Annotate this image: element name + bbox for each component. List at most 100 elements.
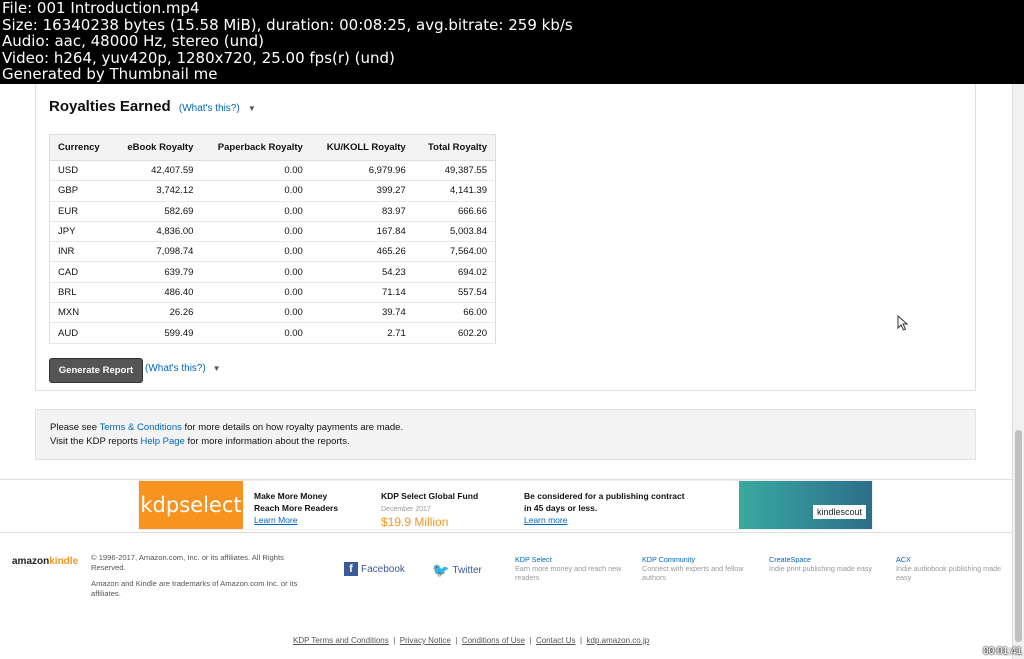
conditions-of-use-link[interactable]: Conditions of Use xyxy=(462,636,525,645)
info-line: Generated by Thumbnail me xyxy=(2,65,218,84)
cell: 0.00 xyxy=(201,261,311,283)
royalties-table: Currency eBook Royalty Paperback Royalty… xyxy=(49,134,496,344)
cell: AUD xyxy=(49,322,113,344)
terms-link[interactable]: Terms & Conditions xyxy=(99,422,181,433)
cell: 0.00 xyxy=(201,302,311,324)
cell: GBP xyxy=(49,180,113,202)
kdp-terms-link[interactable]: KDP Terms and Conditions xyxy=(293,636,389,645)
generate-report-button[interactable]: Generate Report xyxy=(49,358,143,383)
chevron-down-icon[interactable]: ▼ xyxy=(248,104,256,113)
table-row: AUD 599.49 0.00 2.71 602.20 xyxy=(49,322,496,344)
cell: 42,407.59 xyxy=(112,160,202,182)
info-line: File: 001 Introduction.mp4 xyxy=(2,0,200,17)
footer-col-title[interactable]: KDP Select xyxy=(515,555,635,564)
help-page-link[interactable]: Help Page xyxy=(140,436,184,447)
contact-us-link[interactable]: Contact Us xyxy=(536,636,576,645)
learn-more-link[interactable]: Learn more xyxy=(524,515,567,525)
footer-kdp-select[interactable]: KDP Select Earn more money and reach new … xyxy=(515,555,635,582)
twitter-icon: 🐦 xyxy=(432,562,450,578)
facebook-label: Facebook xyxy=(361,563,405,575)
cell: 71.14 xyxy=(310,282,414,304)
table-row: BRL 486.40 0.00 71.14 557.54 xyxy=(49,282,496,304)
footer-kdp-community[interactable]: KDP Community Connect with experts and fe… xyxy=(642,555,762,582)
banner-col2-date: December 2017 xyxy=(381,506,431,513)
cell: 666.66 xyxy=(413,201,496,222)
info-line: Audio: aac, 48000 Hz, stereo (und) xyxy=(2,32,264,51)
cell: 6,979.96 xyxy=(310,160,414,182)
notice-text: for more details on how royalty payments… xyxy=(181,422,404,433)
cell: 3,742.12 xyxy=(112,180,202,202)
footer-divider xyxy=(0,532,1012,533)
cell: 0.00 xyxy=(201,221,311,243)
cell: 4,836.00 xyxy=(112,221,202,243)
amazon-kindle-logo[interactable]: amazonkindle xyxy=(12,556,78,567)
col-ebook: eBook Royalty xyxy=(112,134,202,161)
kdp-jp-link[interactable]: kdp.amazon.co.jp xyxy=(587,636,650,645)
footer-acx[interactable]: ACX Indie audiobook publishing made easy xyxy=(896,555,1006,582)
banner-col3-title: Be considered for a publishing contract xyxy=(524,491,685,501)
cell: 399.27 xyxy=(310,180,414,202)
cell: 26.26 xyxy=(112,302,202,324)
facebook-link[interactable]: f Facebook xyxy=(344,562,405,576)
cell: 582.69 xyxy=(112,201,202,222)
footer-col-desc: Earn more money and reach new readers xyxy=(515,564,622,582)
table-row: USD 42,407.59 0.00 6,979.96 49,387.55 xyxy=(49,160,496,182)
cell: USD xyxy=(49,160,113,182)
privacy-notice-link[interactable]: Privacy Notice xyxy=(400,636,451,645)
kdp-select-logo[interactable]: kdpselect xyxy=(139,481,243,529)
chevron-down-icon[interactable]: ▼ xyxy=(213,364,221,373)
video-timecode: 00:01:41 xyxy=(983,646,1022,657)
footer-col-title[interactable]: ACX xyxy=(896,555,1006,564)
table-row: INR 7,098.74 0.00 465.26 7,564.00 xyxy=(49,241,496,263)
notice-text: Visit the KDP reports xyxy=(50,436,141,447)
notice-line-2: Visit the KDP reports Help Page for more… xyxy=(50,435,975,449)
notice-text: Please see xyxy=(50,422,100,433)
banner-col-fund: KDP Select Global Fund December 2017 $19… xyxy=(381,490,478,529)
table-row: CAD 639.79 0.00 54.23 694.02 xyxy=(49,261,496,283)
logo-kindle-text: kindle xyxy=(49,556,79,567)
cell: 602.20 xyxy=(413,322,496,344)
footer-col-title[interactable]: CreateSpace xyxy=(769,555,889,564)
col-total: Total Royalty xyxy=(413,134,496,161)
kindle-scout-label: kindlescout xyxy=(812,505,866,519)
notice-line-1: Please see Terms & Conditions for more d… xyxy=(50,421,975,435)
scrollbar-thumb[interactable] xyxy=(1015,430,1022,642)
cell: 465.26 xyxy=(310,241,414,263)
logo-amazon-text: amazon xyxy=(12,556,50,567)
cell: 66.00 xyxy=(413,302,496,324)
col-paperback: Paperback Royalty xyxy=(201,134,311,161)
royalties-title: Royalties Earned (What's this?) ▼ xyxy=(49,98,256,115)
cell: CAD xyxy=(49,261,113,283)
learn-more-link[interactable]: Learn More xyxy=(254,515,297,525)
cell: 2.71 xyxy=(310,322,414,344)
twitter-link[interactable]: 🐦 Twitter xyxy=(432,562,482,579)
cell: EUR xyxy=(49,201,113,222)
info-line: Video: h264, yuv420p, 1280x720, 25.00 fp… xyxy=(2,48,395,67)
cell: 167.84 xyxy=(310,221,414,243)
cell: INR xyxy=(49,241,113,263)
page-scrollbar[interactable] xyxy=(1012,84,1024,659)
cell: 0.00 xyxy=(201,160,311,182)
banner-col2-amount: $19.9 Million xyxy=(381,515,449,529)
table-row: EUR 582.69 0.00 83.97 666.66 xyxy=(49,201,496,222)
info-line: Size: 16340238 bytes (15.58 MiB), durati… xyxy=(2,15,573,34)
cell: MXN xyxy=(49,302,113,324)
table-row: MXN 26.26 0.00 39.74 66.00 xyxy=(49,302,496,324)
footer-col-desc: Connect with experts and fellow authors xyxy=(642,564,744,582)
kdp-select-banner[interactable]: kdpselect Make More Money Reach More Rea… xyxy=(138,480,873,530)
generate-whats-this[interactable]: (What's this?) ▼ xyxy=(145,363,221,374)
facebook-icon: f xyxy=(344,562,358,576)
cell: 599.49 xyxy=(112,322,202,344)
cell: 5,003.84 xyxy=(413,221,496,243)
whats-this-link[interactable]: (What's this?) xyxy=(179,103,240,114)
footer-col-title[interactable]: KDP Community xyxy=(642,555,762,564)
cell: 7,098.74 xyxy=(112,241,202,263)
cell: 0.00 xyxy=(201,180,311,202)
footer-createspace[interactable]: CreateSpace Indie print publishing made e… xyxy=(769,555,889,573)
notice-text: for more information about the reports. xyxy=(184,436,350,447)
cell: BRL xyxy=(49,282,113,304)
col-currency: Currency xyxy=(49,134,113,161)
generate-whats-this-link[interactable]: (What's this?) xyxy=(145,363,206,374)
cell: 49,387.55 xyxy=(413,160,496,182)
royalties-title-text: Royalties Earned xyxy=(49,98,171,115)
